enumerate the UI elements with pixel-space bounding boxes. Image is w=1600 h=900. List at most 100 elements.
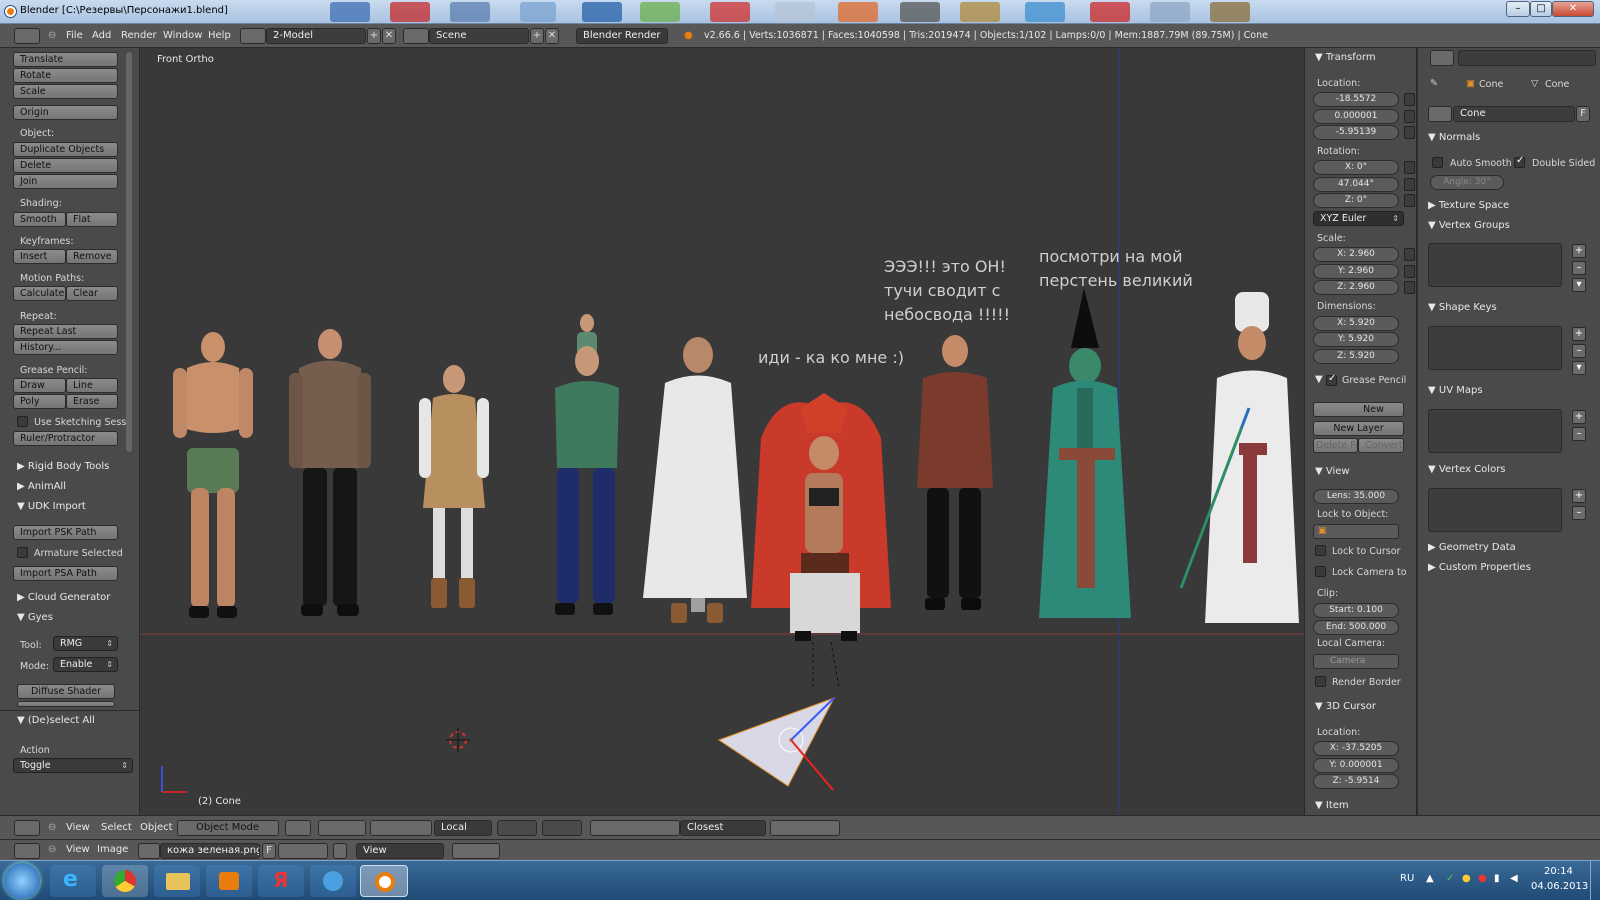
item-panel-header[interactable]: ▼ Item — [1315, 800, 1349, 811]
screen-layout-icon[interactable] — [240, 28, 266, 44]
new-grease-pencil-button[interactable]: New — [1313, 402, 1404, 417]
location-y-field[interactable]: 0.000001 — [1313, 109, 1399, 124]
lock-icon[interactable] — [1404, 194, 1415, 207]
menu-view[interactable]: View — [66, 844, 90, 855]
delete-frame-button[interactable]: Delete Fra — [1313, 438, 1358, 453]
scene-icon[interactable] — [403, 28, 429, 44]
geometry-data-panel-header[interactable]: ▶ Geometry Data — [1428, 542, 1516, 553]
media-player-icon[interactable] — [206, 865, 252, 897]
remove-icon[interactable]: – — [1572, 261, 1586, 275]
vertex-colors-list[interactable] — [1428, 488, 1562, 532]
scale-x-field[interactable]: X: 2.960 — [1313, 247, 1399, 262]
mesh-data-icon[interactable] — [1428, 106, 1452, 122]
yandex-icon[interactable]: Я — [258, 865, 304, 897]
cursor-y-field[interactable]: Y: 0.000001 — [1313, 758, 1399, 773]
cloud-generator-panel-header[interactable]: ▶ Cloud Generator — [17, 592, 110, 603]
scale-button[interactable]: Scale — [13, 84, 118, 99]
remove-keyframe-button[interactable]: Remove — [66, 249, 118, 264]
partial-button[interactable] — [17, 701, 115, 707]
menu-window[interactable]: Window — [163, 30, 202, 41]
render-preview-icons[interactable] — [770, 820, 840, 836]
image-action-icons[interactable] — [278, 843, 328, 859]
scale-z-field[interactable]: Z: 2.960 — [1313, 280, 1399, 295]
texture-space-panel-header[interactable]: ▶ Texture Space — [1428, 200, 1509, 211]
grease-pencil-panel-header[interactable]: ▼ — [1315, 374, 1323, 385]
location-x-field[interactable]: -18.5572 — [1313, 92, 1399, 107]
viewport-shading-icon[interactable] — [285, 820, 311, 836]
add-scene-icon[interactable]: + — [530, 28, 544, 44]
history-button[interactable]: History... — [13, 340, 118, 355]
properties-context-tabs[interactable] — [1458, 50, 1596, 66]
editor-type-icon[interactable] — [14, 843, 40, 859]
volume-icon[interactable]: ◀ — [1510, 873, 1518, 884]
menu-add[interactable]: Add — [92, 30, 111, 41]
convert-button[interactable]: Convert — [1358, 438, 1404, 453]
pivot-point-icons[interactable] — [318, 820, 366, 836]
lock-to-cursor-checkbox[interactable] — [1315, 545, 1326, 556]
origin-button[interactable]: Origin — [13, 105, 118, 120]
collapse-menu-icon[interactable]: ⊖ — [48, 844, 56, 855]
cursor-x-field[interactable]: X: -37.5205 — [1313, 741, 1399, 756]
clock-date[interactable]: 04.06.2013 — [1531, 881, 1588, 892]
render-border-checkbox[interactable] — [1315, 676, 1326, 687]
vertex-colors-panel-header[interactable]: ▼ Vertex Colors — [1428, 464, 1506, 475]
menu-image[interactable]: Image — [97, 844, 128, 855]
rotate-button[interactable]: Rotate — [13, 68, 118, 83]
animall-panel-header[interactable]: ▶ AnimAll — [17, 481, 66, 492]
uv-maps-panel-header[interactable]: ▼ UV Maps — [1428, 385, 1483, 396]
location-z-field[interactable]: -5.95139 — [1313, 125, 1399, 140]
tray-app-icon[interactable]: ● — [1478, 873, 1487, 884]
menu-help[interactable]: Help — [208, 30, 231, 41]
translate-button[interactable]: Translate — [13, 52, 118, 67]
diffuse-shader-button[interactable]: Diffuse Shader — [17, 684, 115, 699]
transform-orientation-select[interactable]: Local — [434, 820, 492, 836]
lock-object-field[interactable]: ▣ — [1313, 524, 1399, 539]
image-fake-user-button[interactable]: F — [262, 843, 276, 859]
editor-type-icon[interactable] — [14, 820, 40, 836]
remove-icon[interactable]: – — [1572, 344, 1586, 358]
lock-camera-checkbox[interactable] — [1315, 566, 1326, 577]
grease-pencil-checkbox[interactable] — [1326, 373, 1337, 386]
interaction-mode-select[interactable]: Object Mode — [177, 820, 279, 836]
transform-panel-header[interactable]: ▼ Transform — [1315, 52, 1376, 63]
uv-maps-list[interactable] — [1428, 409, 1562, 453]
mesh-name-field[interactable]: Cone — [1453, 106, 1575, 122]
auto-smooth-angle-field[interactable]: Angle: 30° — [1430, 175, 1504, 190]
lens-field[interactable]: Lens: 35.000 — [1313, 489, 1399, 504]
view-panel-header[interactable]: ▼ View — [1315, 466, 1350, 477]
lock-icon[interactable] — [1404, 178, 1415, 191]
add-icon[interactable]: + — [1572, 410, 1586, 424]
image-name-field[interactable]: кожа зеленая.png — [160, 843, 260, 859]
maximize-button[interactable]: □ — [1530, 1, 1552, 17]
remove-scene-icon[interactable]: ✕ — [545, 28, 559, 44]
image-browse-icon[interactable] — [138, 843, 160, 859]
lock-icon[interactable] — [1404, 93, 1415, 106]
menu-select[interactable]: Select — [101, 822, 132, 833]
vertex-groups-list[interactable] — [1428, 243, 1562, 287]
udk-import-panel-header[interactable]: ▼ UDK Import — [17, 501, 86, 512]
rigid-body-tools-panel-header[interactable]: ▶ Rigid Body Tools — [17, 461, 109, 472]
lock-icon[interactable] — [1404, 248, 1415, 261]
local-camera-field[interactable]: Camera — [1313, 654, 1399, 669]
delete-button[interactable]: Delete — [13, 158, 118, 173]
internet-explorer-icon[interactable]: e — [50, 865, 96, 897]
add-icon[interactable]: + — [1572, 489, 1586, 503]
import-psk-button[interactable]: Import PSK Path — [13, 525, 118, 540]
clip-end-field[interactable]: End: 500.000 — [1313, 620, 1399, 635]
snap-toggle-icons[interactable] — [590, 820, 680, 836]
menu-view[interactable]: View — [66, 822, 90, 833]
channel-display-icons[interactable] — [452, 843, 500, 859]
remove-screen-icon[interactable]: ✕ — [382, 28, 396, 44]
blender-taskbar-icon[interactable] — [360, 865, 408, 897]
rotation-mode-select[interactable]: XYZ Euler — [1313, 211, 1404, 226]
dimension-y-field[interactable]: Y: 5.920 — [1313, 332, 1399, 347]
editor-type-icon[interactable] — [14, 28, 40, 44]
fake-user-button[interactable]: F — [1576, 106, 1590, 122]
lock-icon[interactable] — [1404, 110, 1415, 123]
action-select[interactable]: Toggle — [13, 758, 133, 773]
calculate-button[interactable]: Calculate — [13, 286, 66, 301]
double-sided-checkbox[interactable] — [1514, 155, 1525, 168]
manipulator-icons[interactable] — [370, 820, 432, 836]
breadcrumb-object[interactable]: Cone — [1479, 79, 1503, 90]
rotation-y-field[interactable]: 47.044° — [1313, 177, 1399, 192]
